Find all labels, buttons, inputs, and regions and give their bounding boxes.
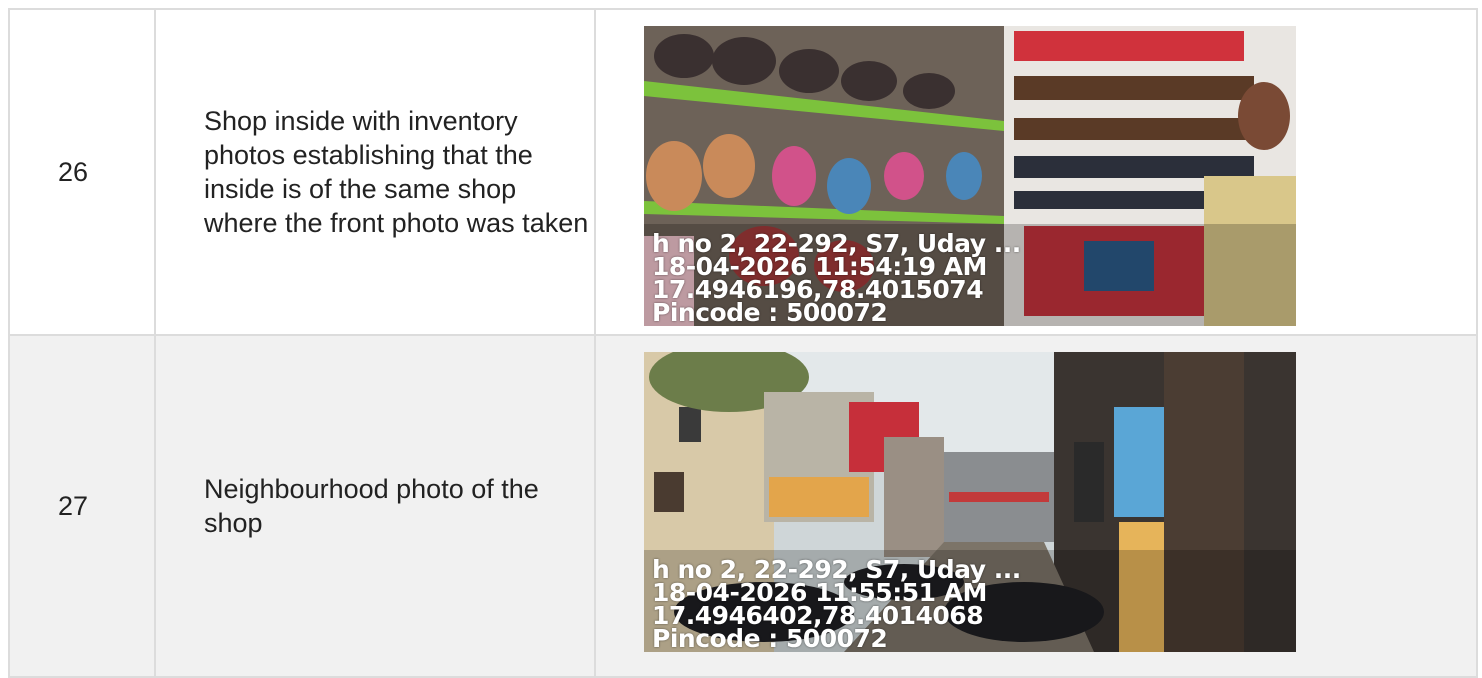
- row-description-cell: Neighbourhood photo of the shop: [154, 334, 596, 678]
- row-description-cell: Shop inside with inventory photos establ…: [154, 8, 596, 336]
- stamp-pincode: Pincode : 500072: [652, 624, 888, 652]
- photo-cell: h no 2, 22-292, S7, Uday ... 18-04-2026 …: [594, 334, 1478, 678]
- table-row: 26 Shop inside with inventory photos est…: [8, 8, 1478, 336]
- row-description: Shop inside with inventory photos establ…: [204, 106, 589, 238]
- photo-geotag-stamp: h no 2, 22-292, S7, Uday ... 18-04-2026 …: [652, 557, 1021, 652]
- photo-geotag-stamp: h no 2, 22-292, S7, Uday ... 18-04-2026 …: [652, 231, 1021, 326]
- shop-interior-photo: h no 2, 22-292, S7, Uday ... 18-04-2026 …: [644, 26, 1296, 326]
- row-description: Neighbourhood photo of the shop: [204, 474, 539, 538]
- row-number: 26: [8, 8, 156, 336]
- stamp-pincode: Pincode : 500072: [652, 298, 888, 326]
- photo-cell: h no 2, 22-292, S7, Uday ... 18-04-2026 …: [594, 8, 1478, 336]
- evidence-table: 26 Shop inside with inventory photos est…: [8, 8, 1478, 678]
- table-row: 27 Neighbourhood photo of the shop h no …: [8, 334, 1478, 678]
- row-number: 27: [8, 334, 156, 678]
- neighbourhood-photo: h no 2, 22-292, S7, Uday ... 18-04-2026 …: [644, 352, 1296, 652]
